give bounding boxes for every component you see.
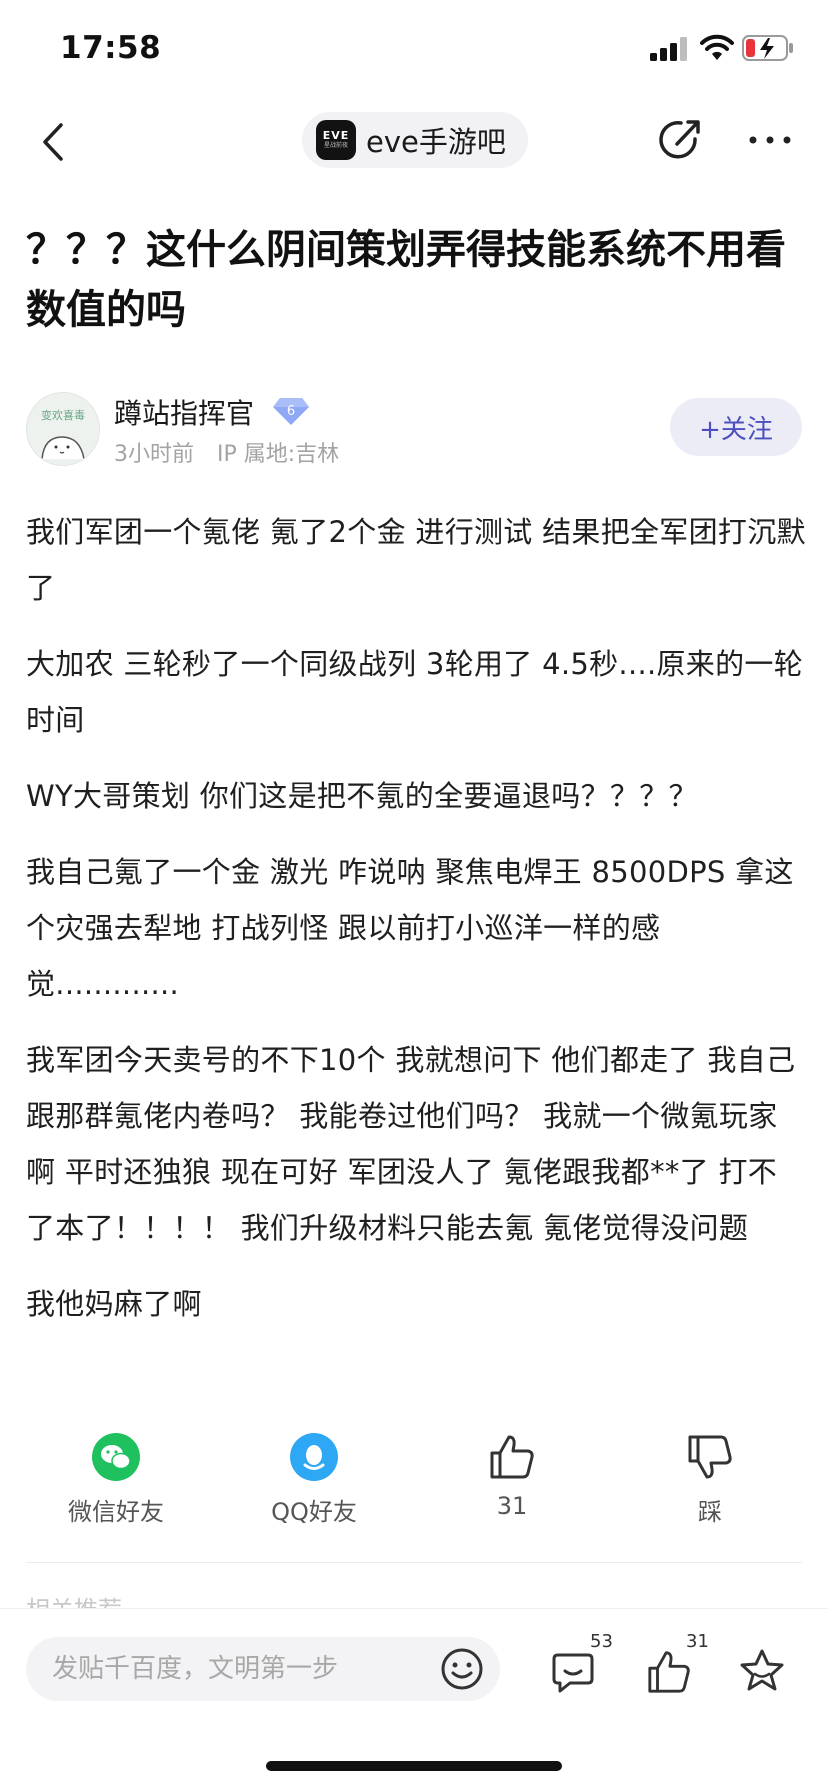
- forum-logo: EVE 星战前夜: [316, 120, 356, 160]
- thumbs-up-icon: [487, 1432, 537, 1482]
- comment-icon: [552, 1653, 594, 1693]
- edit-icon: [659, 120, 700, 159]
- qq-icon: [289, 1432, 339, 1482]
- status-bar: 17:58: [0, 0, 828, 100]
- edit-post-button[interactable]: [654, 112, 706, 168]
- back-button[interactable]: [28, 114, 78, 170]
- comment-count: 53: [590, 1631, 613, 1652]
- ip-location: IP 属地:吉林: [217, 442, 340, 467]
- post-paragraph: 大加农 三轮秒了一个同级战列 3轮用了 4.5秒....原来的一轮时间: [26, 647, 803, 737]
- status-time: 17:58: [60, 30, 162, 66]
- post-paragraph: WY大哥策划 你们这是把不氪的全要逼退吗？？？？: [26, 779, 698, 813]
- battery-icon: [742, 35, 793, 61]
- related-heading: 相关推荐: [26, 1590, 122, 1608]
- action-row: 微信好友 QQ好友 31 踩: [0, 1432, 828, 1542]
- chevron-left-icon: [43, 123, 63, 161]
- author-meta: 3小时前 IP 属地:吉林: [114, 436, 355, 468]
- comment-box[interactable]: [26, 1637, 500, 1701]
- divider: [26, 1562, 802, 1563]
- top-nav: EVE 星战前夜 eve手游吧: [0, 100, 828, 182]
- post-paragraph: 我军团今天卖号的不下10个 我就想问下 他们都走了 我自己跟那群氪佬内卷吗？ 我…: [26, 1043, 796, 1245]
- level-badge-icon: 6: [273, 398, 309, 425]
- bottom-bar: 53 31: [0, 1608, 828, 1792]
- share-qq-button[interactable]: QQ好友: [234, 1432, 394, 1527]
- bottom-like-count: 31: [686, 1631, 709, 1652]
- comment-input[interactable]: [52, 1654, 432, 1684]
- emoji-icon[interactable]: [440, 1647, 484, 1691]
- avatar[interactable]: 变欢喜毒: [26, 392, 100, 466]
- wechat-label: 微信好友: [68, 1498, 164, 1526]
- like-count: 31: [496, 1492, 528, 1520]
- post-title: ？？？这什么阴间策划弄得技能系统不用看数值的吗: [26, 227, 786, 333]
- favorite-button[interactable]: [738, 1635, 808, 1699]
- star-icon: [740, 1649, 784, 1691]
- avatar-drawing-icon: [41, 436, 85, 460]
- home-indicator: [266, 1761, 562, 1771]
- more-icon: [749, 136, 791, 144]
- post-paragraph: 我他妈麻了啊: [26, 1287, 202, 1321]
- author-name[interactable]: 蹲站指挥官: [114, 392, 254, 432]
- wechat-icon: [91, 1432, 141, 1482]
- forum-name: eve手游吧: [366, 125, 506, 159]
- post-paragraph: 我自己氪了一个金 激光 咋说呐 聚焦电焊王 8500DPS 拿这个灾强去犁地 打…: [26, 855, 794, 1001]
- bottom-like-button[interactable]: 31: [646, 1631, 716, 1699]
- thumbs-up-icon: [648, 1651, 690, 1693]
- like-button[interactable]: 31: [432, 1432, 592, 1520]
- comment-button[interactable]: 53: [550, 1631, 620, 1699]
- dislike-label: 踩: [698, 1498, 722, 1526]
- post-paragraph: 我们军团一个氪佬 氪了2个金 进行测试 结果把全军团打沉默了: [26, 515, 806, 605]
- wifi-icon: [700, 34, 734, 60]
- more-button[interactable]: [740, 112, 800, 168]
- post-time: 3小时前: [114, 442, 194, 467]
- post-body: 我们军团一个氪佬 氪了2个金 进行测试 结果把全军团打沉默了 大加农 三轮秒了一…: [26, 504, 806, 1352]
- cellular-signal-icon: [650, 37, 687, 61]
- dislike-button[interactable]: 踩: [630, 1432, 790, 1527]
- svg-text:6: 6: [287, 404, 295, 419]
- qq-label: QQ好友: [271, 1498, 357, 1526]
- share-wechat-button[interactable]: 微信好友: [36, 1432, 196, 1527]
- forum-link[interactable]: EVE 星战前夜 eve手游吧: [302, 112, 528, 168]
- follow-button[interactable]: +关注: [670, 398, 802, 456]
- thumbs-down-icon: [685, 1432, 735, 1482]
